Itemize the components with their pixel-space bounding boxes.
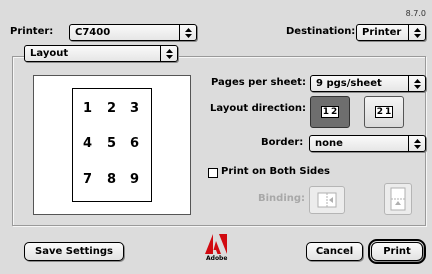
direction-digit: 2 bbox=[376, 107, 383, 117]
updown-arrows-icon bbox=[160, 46, 177, 61]
printer-popup[interactable]: C7400 bbox=[69, 24, 197, 41]
panel-popup[interactable]: Layout bbox=[24, 45, 178, 62]
adobe-logo: Adobe bbox=[205, 234, 227, 264]
binding-short-edge-icon bbox=[390, 187, 406, 211]
version-label: 8.7.0 bbox=[405, 9, 426, 18]
layout-preview: 1 2 3 4 5 6 7 8 9 bbox=[33, 75, 191, 215]
pages-per-sheet-label: Pages per sheet: bbox=[211, 77, 306, 88]
border-popup[interactable]: none bbox=[309, 135, 426, 152]
adobe-logo-text: Adobe bbox=[206, 255, 228, 262]
updown-arrows-icon bbox=[408, 76, 425, 91]
preview-number: 9 bbox=[130, 172, 140, 187]
direction-digit: 1 bbox=[385, 107, 392, 117]
binding-short-edge-button[interactable] bbox=[384, 183, 412, 215]
preview-number: 6 bbox=[130, 136, 140, 151]
preview-number: 1 bbox=[83, 101, 93, 116]
preview-number: 3 bbox=[130, 101, 140, 116]
printer-label: Printer: bbox=[10, 26, 54, 37]
preview-number: 5 bbox=[107, 136, 117, 151]
printer-value: C7400 bbox=[75, 27, 111, 38]
cancel-button[interactable]: Cancel bbox=[306, 242, 363, 261]
pages-per-sheet-value: 9 pgs/sheet bbox=[316, 78, 382, 89]
layout-direction-left-to-right-button[interactable]: 1 2 bbox=[310, 96, 350, 128]
destination-popup[interactable]: Printer bbox=[356, 24, 426, 41]
both-sides-checkbox[interactable] bbox=[208, 168, 218, 178]
updown-arrows-icon bbox=[408, 136, 425, 151]
layout-direction-label: Layout direction: bbox=[210, 103, 307, 114]
updown-arrows-icon bbox=[179, 25, 196, 40]
panel-value: Layout bbox=[30, 48, 69, 59]
save-settings-button[interactable]: Save Settings bbox=[24, 242, 124, 261]
binding-label: Binding: bbox=[258, 193, 306, 204]
direction-digit: 2 bbox=[331, 107, 338, 117]
binding-long-edge-button[interactable] bbox=[309, 186, 345, 214]
border-label: Border: bbox=[261, 137, 304, 148]
pages-per-sheet-popup[interactable]: 9 pgs/sheet bbox=[310, 75, 426, 92]
binding-long-edge-icon bbox=[317, 192, 337, 208]
left-to-right-icon: 1 2 bbox=[320, 106, 340, 118]
preview-sheet: 1 2 3 4 5 6 7 8 9 bbox=[72, 88, 152, 202]
preview-number: 8 bbox=[107, 172, 117, 187]
both-sides-label: Print on Both Sides bbox=[221, 166, 330, 177]
preview-number: 4 bbox=[83, 136, 93, 151]
layout-direction-right-to-left-button[interactable]: 2 1 bbox=[364, 96, 404, 128]
print-button[interactable]: Print bbox=[368, 239, 426, 264]
right-to-left-icon: 2 1 bbox=[374, 106, 394, 118]
destination-value: Printer bbox=[362, 27, 402, 38]
direction-digit: 1 bbox=[322, 107, 329, 117]
destination-label: Destination: bbox=[286, 26, 356, 37]
updown-arrows-icon bbox=[408, 25, 425, 40]
border-value: none bbox=[315, 138, 343, 149]
preview-number: 2 bbox=[107, 101, 117, 116]
preview-number: 7 bbox=[83, 172, 93, 187]
